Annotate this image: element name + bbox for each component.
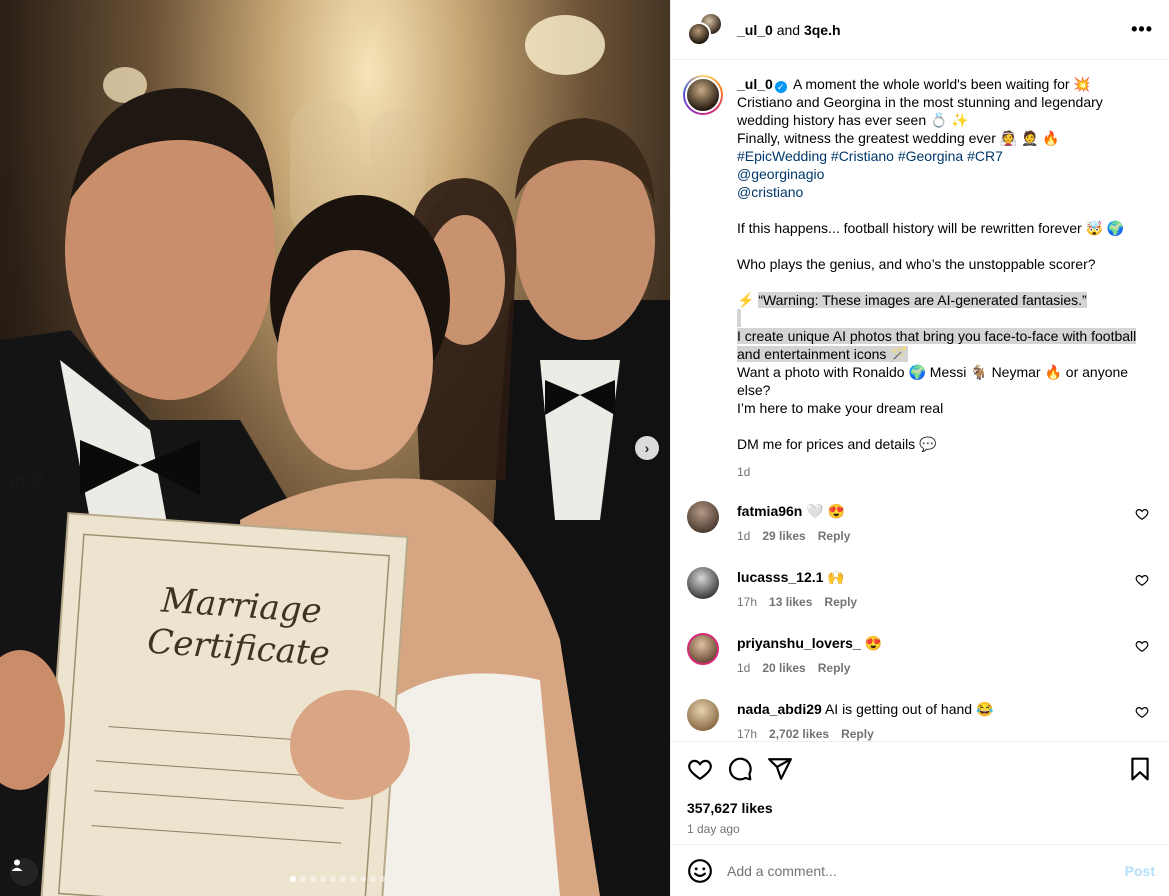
collab-usernames[interactable]: _ul_0 and 3qe.h bbox=[737, 22, 1131, 38]
wedding-photo-illustration bbox=[0, 15, 670, 896]
post-caption: _ul_0 ✓ A moment the whole world's been w… bbox=[671, 61, 1169, 481]
caption-text: _ul_0 ✓ A moment the whole world's been w… bbox=[737, 75, 1137, 481]
warning-text: “Warning: These images are AI-generated … bbox=[758, 292, 1087, 308]
carousel-indicator bbox=[290, 876, 386, 882]
post-media[interactable]: Marriage Certificate _ul_0 › bbox=[0, 0, 670, 896]
comment-username[interactable]: priyanshu_lovers_ bbox=[737, 635, 861, 651]
post-timestamp[interactable]: 1 day ago bbox=[687, 822, 1153, 836]
collab-avatars[interactable] bbox=[687, 11, 723, 48]
caption-username[interactable]: _ul_0 bbox=[737, 76, 773, 92]
post-header: _ul_0 and 3qe.h ••• bbox=[671, 0, 1169, 60]
emoji-icon[interactable] bbox=[687, 858, 713, 884]
avatar bbox=[687, 21, 711, 46]
more-options-button[interactable]: ••• bbox=[1131, 19, 1153, 40]
like-heart-icon[interactable] bbox=[687, 756, 713, 782]
certificate-title: Marriage Certificate bbox=[127, 577, 352, 676]
reply-button[interactable]: Reply bbox=[818, 529, 851, 543]
comment-text: 😍 bbox=[864, 635, 883, 651]
bookmark-icon[interactable] bbox=[1127, 756, 1153, 782]
comment-bubble-icon[interactable] bbox=[727, 756, 753, 782]
caption-line: I’m here to make your dream real bbox=[737, 400, 944, 416]
like-comment-heart-icon[interactable] bbox=[1135, 573, 1149, 587]
carousel-dot bbox=[370, 876, 376, 882]
carousel-dot bbox=[360, 876, 366, 882]
and-text: and bbox=[776, 21, 801, 38]
tagged-users-button[interactable] bbox=[10, 858, 38, 886]
comment-item: nada_abdi29 AI is getting out of hand 😂 … bbox=[683, 697, 1157, 741]
comment-input[interactable] bbox=[727, 862, 1125, 879]
carousel-dot bbox=[330, 876, 336, 882]
comment-username[interactable]: fatmia96n bbox=[737, 503, 802, 519]
caption-line: Finally, witness the greatest wedding ev… bbox=[737, 130, 1060, 146]
carousel-dot-active bbox=[290, 876, 296, 882]
comment-time[interactable]: 1d bbox=[737, 529, 750, 543]
avatar[interactable] bbox=[687, 699, 719, 731]
caption-line: Who plays the genius, and who’s the unst… bbox=[737, 256, 1096, 272]
username-link[interactable]: _ul_0 bbox=[737, 22, 773, 38]
comment-likes[interactable]: 20 likes bbox=[762, 661, 805, 675]
comment-item: fatmia96n 🤍 😍 1d 29 likes Reply bbox=[683, 499, 1157, 565]
comment-username[interactable]: lucasss_12.1 bbox=[737, 569, 823, 585]
photo: Marriage Certificate bbox=[0, 0, 670, 896]
comment-likes[interactable]: 13 likes bbox=[769, 595, 812, 609]
carousel-dot bbox=[300, 876, 306, 882]
comment-likes[interactable]: 2,702 likes bbox=[769, 727, 829, 741]
post-sidebar: _ul_0 and 3qe.h ••• _ul_0 ✓ A moment the … bbox=[670, 0, 1169, 896]
avatar bbox=[685, 77, 721, 113]
caption-line: I create unique AI photos that bring you… bbox=[737, 328, 1137, 362]
carousel-dot bbox=[340, 876, 346, 882]
post-actions: 357,627 likes 1 day ago bbox=[671, 741, 1169, 836]
caption-time: 1d bbox=[737, 465, 751, 479]
like-comment-heart-icon[interactable] bbox=[1135, 507, 1149, 521]
warning-prefix: ⚡ bbox=[737, 292, 759, 308]
like-comment-heart-icon[interactable] bbox=[1135, 639, 1149, 653]
more-horizontal-icon: ••• bbox=[1131, 19, 1153, 39]
carousel-dot bbox=[380, 876, 386, 882]
comment-time[interactable]: 17h bbox=[737, 727, 757, 741]
comment-time[interactable]: 17h bbox=[737, 595, 757, 609]
verified-badge-icon: ✓ bbox=[774, 81, 787, 93]
avatar[interactable] bbox=[687, 633, 719, 665]
avatar[interactable] bbox=[687, 567, 719, 599]
comment-text: 🙌 bbox=[827, 569, 845, 585]
comment-text: AI is getting out of hand 😂 bbox=[824, 701, 994, 717]
carousel-dot bbox=[350, 876, 356, 882]
add-comment-bar: Post bbox=[671, 844, 1169, 896]
comments-scroll-area[interactable]: _ul_0 ✓ A moment the whole world's been w… bbox=[671, 61, 1169, 741]
comment-time[interactable]: 1d bbox=[737, 661, 750, 675]
user-icon bbox=[11, 859, 23, 871]
next-slide-button[interactable]: › bbox=[635, 436, 659, 460]
caption-line: A moment the whole world's been waiting … bbox=[792, 76, 1091, 92]
comment-item: lucasss_12.1 🙌 17h 13 likes Reply bbox=[683, 565, 1157, 631]
carousel-dot bbox=[320, 876, 326, 882]
caption-line: If this happens... football history will… bbox=[737, 220, 1125, 236]
mention-link[interactable]: @cristiano bbox=[737, 184, 803, 200]
comment-item: priyanshu_lovers_ 😍 1d 20 likes Reply bbox=[683, 631, 1157, 697]
avatar[interactable] bbox=[687, 501, 719, 533]
likes-count[interactable]: 357,627 likes bbox=[687, 800, 1153, 816]
username-link[interactable]: 3qe.h bbox=[804, 22, 841, 38]
share-send-icon[interactable] bbox=[767, 756, 793, 782]
caption-line: Want a photo with Ronaldo 🌍 Messi 🐐 Neym… bbox=[737, 364, 1129, 398]
hashtags[interactable]: #EpicWedding #Cristiano #Georgina #CR7 bbox=[737, 148, 1003, 164]
comment-text: 🤍 😍 bbox=[806, 503, 846, 519]
reply-button[interactable]: Reply bbox=[824, 595, 857, 609]
reply-button[interactable]: Reply bbox=[818, 661, 851, 675]
caption-line: Cristiano and Georgina in the most stunn… bbox=[737, 94, 1103, 128]
comment-likes[interactable]: 29 likes bbox=[762, 529, 805, 543]
mention-link[interactable]: @georginagio bbox=[737, 166, 824, 182]
comments-list: fatmia96n 🤍 😍 1d 29 likes Reply lucasss_12… bbox=[671, 499, 1169, 741]
comment-username[interactable]: nada_abdi29 bbox=[737, 701, 822, 717]
post-comment-button[interactable]: Post bbox=[1125, 863, 1155, 879]
story-ring-avatar[interactable] bbox=[683, 75, 723, 115]
chevron-right-icon: › bbox=[644, 440, 650, 456]
reply-button[interactable]: Reply bbox=[841, 727, 874, 741]
carousel-dot bbox=[310, 876, 316, 882]
like-comment-heart-icon[interactable] bbox=[1135, 705, 1149, 719]
caption-line: DM me for prices and details 💬 bbox=[737, 436, 937, 452]
